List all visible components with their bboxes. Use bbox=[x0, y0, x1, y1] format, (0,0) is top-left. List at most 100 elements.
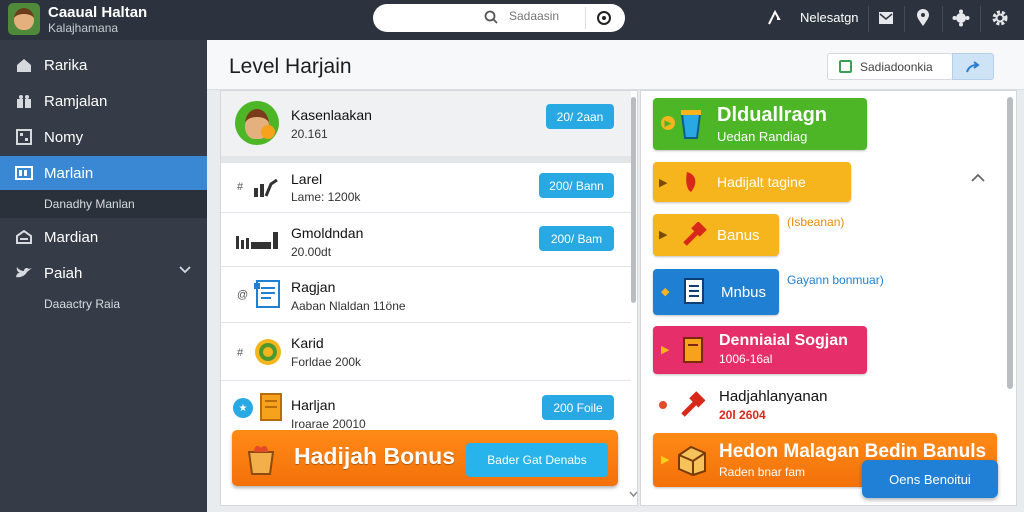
header-action-button[interactable]: Sadiadoonkia bbox=[827, 53, 953, 80]
search-input[interactable] bbox=[509, 9, 579, 23]
checklist-icon bbox=[684, 278, 704, 304]
bonus-item[interactable]: Hadjahlanyanan 20l 2604 bbox=[653, 383, 893, 429]
arrow-icon: ▶ bbox=[659, 177, 668, 189]
bonus-card[interactable]: ▶ Banus bbox=[653, 214, 779, 256]
list-item-title: Ragjan bbox=[291, 279, 336, 295]
location-pin-icon[interactable] bbox=[913, 8, 933, 28]
floating-action-button[interactable]: Oens Benoitui bbox=[862, 460, 998, 498]
card-note: (Isbeanan) bbox=[787, 215, 845, 229]
sidebar-item-label: Nomy bbox=[44, 128, 84, 146]
divider bbox=[904, 6, 905, 32]
card-title: Banus bbox=[717, 227, 760, 244]
diamond-icon: ◆ bbox=[661, 286, 670, 298]
scroll-icon bbox=[257, 391, 285, 423]
card-title: Dlduallragn bbox=[717, 104, 828, 126]
bonus-card[interactable]: ▶ Hadijalt tagine bbox=[653, 162, 851, 202]
document-icon bbox=[253, 279, 283, 309]
scrollbar[interactable] bbox=[1007, 97, 1013, 389]
bonus-card[interactable]: ▶ Denniaial Sogjan 1006-16al bbox=[653, 326, 867, 374]
banner-button[interactable]: Bader Gat Denabs bbox=[466, 443, 608, 477]
trophy-cup-icon bbox=[247, 445, 275, 475]
pepper-icon bbox=[686, 172, 696, 192]
page-title: Level Harjain bbox=[229, 55, 352, 78]
item-subtitle: 20l 2604 bbox=[719, 408, 766, 422]
sidebar-item-home[interactable]: Rarika bbox=[0, 48, 207, 82]
divider bbox=[942, 6, 943, 32]
arrow-icon: ▶ bbox=[659, 229, 668, 241]
sidebar-item-social[interactable]: Paiah bbox=[0, 256, 207, 290]
top-bar: Caaual Haltan Kalajhamana Nelesatgn bbox=[0, 0, 1024, 40]
claim-button[interactable]: 200/ Bann bbox=[539, 173, 614, 198]
arrow-icon: ▶ bbox=[661, 116, 675, 130]
sidebar-item-gifts[interactable]: Ramjalan bbox=[0, 84, 207, 118]
list-item-title: Gmoldndan bbox=[291, 225, 364, 241]
avatar bbox=[235, 101, 279, 145]
list-item-subtitle: 20.00dt bbox=[291, 245, 332, 259]
scroll-down-icon[interactable] bbox=[629, 491, 638, 497]
message-icon[interactable] bbox=[876, 8, 896, 28]
card-note: Gayann bonmuar) bbox=[787, 273, 884, 287]
chevron-down-icon[interactable] bbox=[179, 266, 191, 274]
grid-icon bbox=[14, 127, 34, 147]
home-icon bbox=[14, 55, 34, 75]
list-item[interactable]: Gmoldndan 20.00dt 200/ Bam bbox=[221, 213, 631, 267]
list-item-subtitle: 20.161 bbox=[291, 127, 328, 141]
scrollbar[interactable] bbox=[631, 97, 636, 303]
claim-button[interactable]: 200/ Bam bbox=[539, 226, 614, 251]
search-submit-button[interactable] bbox=[585, 7, 621, 29]
card-subtitle: Uedan Randiag bbox=[717, 129, 808, 144]
bonus-card[interactable]: ▶ Dlduallragn Uedan Randiag bbox=[653, 98, 867, 150]
sidebar-item-label: Paiah bbox=[44, 264, 83, 282]
sidebar-item-label: Ramjalan bbox=[44, 92, 108, 110]
gear-icon[interactable] bbox=[990, 8, 1010, 28]
item-title: Hadjahlanyanan bbox=[719, 388, 828, 405]
sidebar-item-inbox[interactable]: Mardian bbox=[0, 220, 207, 254]
list-item[interactable]: Kasenlaakan 20.161 20/ 2aan bbox=[221, 91, 631, 157]
sidebar-item-grid[interactable]: Nomy bbox=[0, 120, 207, 154]
sidebar-subitem[interactable]: Daaactry Raia bbox=[0, 290, 207, 318]
app-subtitle: Kalajhamana bbox=[48, 21, 119, 35]
divider bbox=[980, 6, 981, 32]
sun-badge-icon bbox=[253, 337, 283, 367]
sidebar-subitem[interactable]: Danadhy Manlan bbox=[0, 190, 207, 218]
hammer-icon bbox=[681, 391, 706, 417]
badge-icon: ★ bbox=[233, 398, 253, 418]
puzzle-icon[interactable] bbox=[951, 8, 971, 28]
list-item-subtitle: Aaban Nlaldan 11öne bbox=[291, 299, 406, 313]
list-item-subtitle: Lame: 1200k bbox=[291, 190, 361, 204]
claim-button[interactable]: 200 Foile bbox=[542, 395, 614, 420]
bonus-card[interactable]: ◆ Mnbus bbox=[653, 269, 779, 315]
chevron-up-icon[interactable] bbox=[971, 173, 985, 182]
share-button[interactable] bbox=[952, 53, 994, 80]
list-item-title: Larel bbox=[291, 171, 323, 187]
app-title: Caaual Haltan bbox=[48, 4, 148, 21]
bonus-panel: ▶ Dlduallragn Uedan Randiag ▶ Hadijalt t… bbox=[640, 90, 1017, 506]
list-item[interactable]: ★ Harljan Iroarae 20010 200 Foile bbox=[221, 381, 631, 431]
list-item[interactable]: # Larel Lame: 1200k 200/ Bann bbox=[221, 163, 631, 213]
scroll-icon bbox=[683, 337, 703, 363]
bonus-banner[interactable]: Hadijah Bonus Bader Gat Denabs bbox=[232, 430, 618, 486]
list-item-title: Harljan bbox=[291, 397, 336, 413]
search-go-icon bbox=[596, 11, 611, 25]
card-subtitle: Raden bnar fam bbox=[719, 465, 806, 479]
search-icon bbox=[484, 10, 498, 24]
inbox-icon bbox=[14, 227, 34, 247]
arrow-icon: ▶ bbox=[661, 344, 670, 356]
bars-icon bbox=[235, 227, 281, 253]
sidebar-item-label: Rarika bbox=[44, 56, 88, 74]
search-bar[interactable] bbox=[373, 4, 625, 32]
sidebar-item-active[interactable]: Marlain bbox=[0, 156, 207, 190]
person-icon[interactable] bbox=[766, 9, 784, 27]
user-label[interactable]: Nelesatgn bbox=[800, 10, 859, 25]
page-header: Level Harjain Sadiadoonkia bbox=[207, 40, 1024, 90]
hammer-icon bbox=[683, 222, 707, 246]
claim-button[interactable]: 20/ 2aan bbox=[546, 104, 614, 129]
document-icon bbox=[839, 60, 852, 73]
list-item[interactable]: @ Ragjan Aaban Nlaldan 11öne bbox=[221, 267, 631, 323]
list-item-subtitle: Iroarae 20010 bbox=[291, 417, 366, 431]
app-logo bbox=[8, 3, 40, 35]
sidebar: Rarika Ramjalan Nomy Marlain Danadhy Man… bbox=[0, 40, 207, 512]
list-item[interactable]: # Karid Forldae 200k bbox=[221, 323, 631, 381]
list-item-title: Kasenlaakan bbox=[291, 107, 372, 123]
dot-icon bbox=[659, 401, 667, 409]
